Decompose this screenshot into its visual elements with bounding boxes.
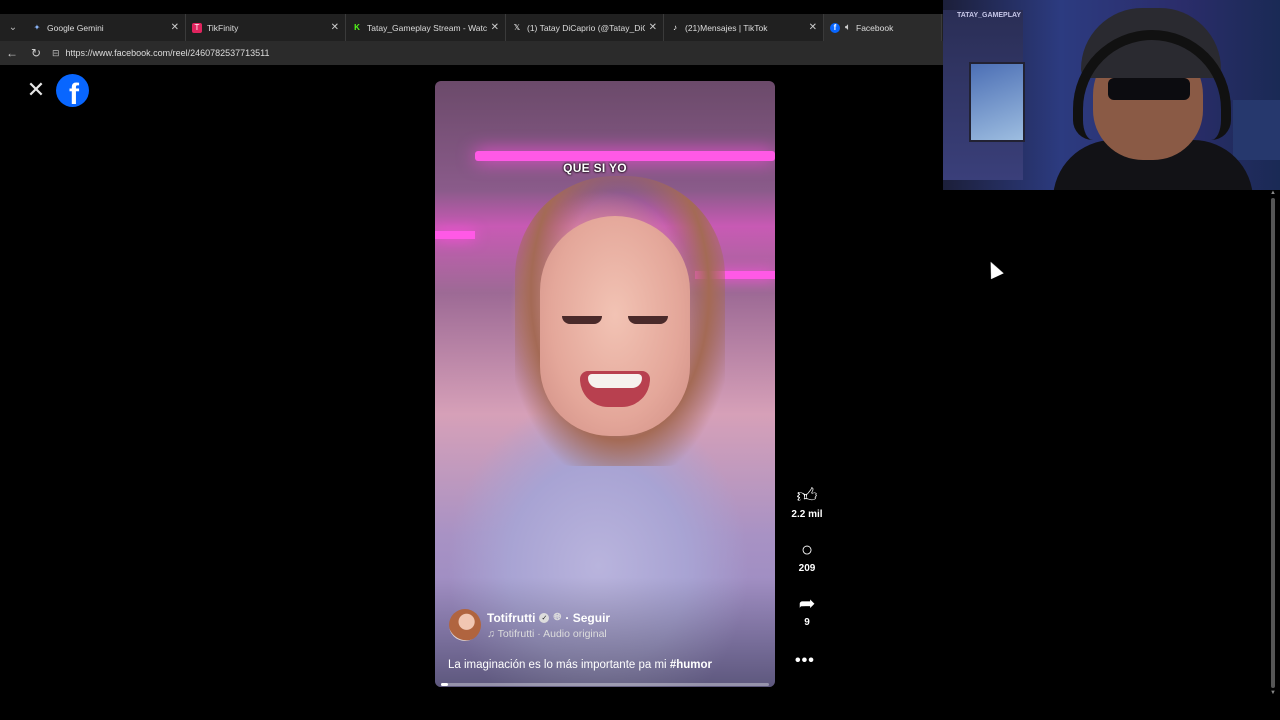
tab-title: Facebook — [856, 22, 894, 33]
tab-title: Tatay_Gameplay Stream - Watch Li — [367, 22, 487, 33]
webcam-neon-sign: TATAY_GAMEPLAY — [957, 12, 1022, 19]
scroll-thumb[interactable] — [1271, 198, 1275, 688]
facebook-icon: f — [830, 22, 840, 33]
tikfinity-icon: T — [192, 22, 202, 33]
neon-shelf — [475, 151, 775, 161]
globe-icon: 🌐︎ — [553, 612, 562, 623]
close-tab-icon[interactable]: ✕ — [331, 22, 339, 33]
video-subject-face — [540, 216, 690, 436]
avatar[interactable] — [449, 609, 481, 641]
like-count: 2.2 mil — [791, 509, 823, 520]
video-subject-eye — [562, 316, 602, 324]
webcam-sunglasses — [1108, 78, 1190, 100]
tab-google-gemini[interactable]: ✦ Google Gemini ✕ — [26, 14, 186, 41]
follow-button[interactable]: · Seguir — [565, 611, 610, 625]
tab-kick-stream[interactable]: K Tatay_Gameplay Stream - Watch Li ✕ — [346, 14, 506, 41]
webcam-poster — [969, 62, 1025, 142]
x-icon: 𝕏 — [513, 23, 521, 32]
share-count: 9 — [804, 617, 810, 628]
facebook-logo[interactable]: f — [56, 74, 89, 107]
tab-x-profile[interactable]: 𝕏 (1) Tatay DiCaprio (@Tatay_DiCapr ✕ — [506, 14, 664, 41]
video-caption: QUE SI YO — [563, 161, 627, 175]
progress-fill — [441, 683, 448, 686]
browser-window: ⌄ ✦ Google Gemini ✕ T TikFinity ✕ K Tata… — [0, 0, 1280, 720]
video-subject-mouth — [580, 371, 650, 407]
author-row: Totifrutti ✓ 🌐︎ · Seguir ♫ Totifrutti · … — [449, 609, 610, 641]
address-bar: ← ↻ ⊟ https://www.facebook.com/reel/2460… — [0, 41, 943, 65]
audio-label: Totifrutti · Audio original — [497, 627, 607, 640]
back-icon[interactable]: ← — [0, 41, 24, 65]
webcam-overlay: TATAY_GAMEPLAY — [943, 0, 1280, 190]
video-subject-eye — [628, 316, 668, 324]
gemini-icon: ✦ — [33, 23, 41, 32]
more-options-icon[interactable]: ••• — [795, 652, 815, 670]
tab-title: (21)Mensajes | TikTok — [685, 22, 768, 33]
scroll-up-icon[interactable]: ▲ — [1270, 190, 1276, 196]
scrollbar[interactable]: ▲ ▼ — [1270, 190, 1276, 696]
share-button[interactable]: ➦ 9 — [785, 593, 829, 628]
tab-title: (1) Tatay DiCaprio (@Tatay_DiCapr — [527, 22, 645, 33]
comment-button[interactable]: ○ 209 — [785, 539, 829, 574]
tiktok-icon: ♪ — [673, 23, 677, 32]
progress-bar[interactable] — [441, 683, 769, 686]
share-icon: ➦ — [798, 593, 816, 615]
close-tab-icon[interactable]: ✕ — [649, 22, 657, 33]
close-tab-icon[interactable]: ✕ — [491, 22, 499, 33]
url-field[interactable]: ⊟ https://www.facebook.com/reel/24607825… — [52, 48, 270, 59]
close-icon[interactable]: ✕ — [25, 79, 47, 101]
like-button[interactable]: 👍︎ 2.2 mil — [785, 485, 829, 520]
close-tab-icon[interactable]: ✕ — [809, 22, 817, 33]
reel-video[interactable]: QUE SI YO Totifrutti ✓ 🌐︎ · Seguir ♫ Tot… — [435, 81, 775, 687]
webcam-monitor — [1233, 100, 1280, 160]
thumbs-up-icon: 👍︎ — [796, 485, 818, 507]
speaker-icon[interactable]: 🔈︎ — [845, 22, 851, 33]
kick-icon: K — [354, 23, 360, 32]
author-name[interactable]: Totifrutti — [487, 611, 535, 625]
mouse-cursor-icon — [984, 258, 1004, 280]
tab-title: TikFinity — [207, 22, 239, 33]
audio-info[interactable]: ♫ Totifrutti · Audio original — [487, 628, 610, 640]
verified-icon: ✓ — [539, 612, 550, 623]
comment-count: 209 — [798, 563, 816, 574]
music-note-icon: ♫ — [487, 627, 498, 640]
neon-shelf — [435, 231, 475, 239]
reel-description: La imaginación es lo más importante pa m… — [448, 659, 712, 671]
comment-icon: ○ — [800, 539, 814, 561]
scroll-down-icon[interactable]: ▼ — [1270, 690, 1276, 696]
tab-facebook[interactable]: f 🔈︎ Facebook — [824, 14, 942, 41]
url-text: https://www.facebook.com/reel/2460782537… — [65, 48, 270, 58]
hashtag-link[interactable]: #humor — [670, 659, 712, 671]
tab-tiktok-messages[interactable]: ♪ (21)Mensajes | TikTok ✕ — [664, 14, 824, 41]
reload-icon[interactable]: ↻ — [24, 41, 48, 65]
description-text: La imaginación es lo más importante pa m… — [448, 659, 670, 671]
site-info-icon[interactable]: ⊟ — [52, 48, 60, 59]
close-tab-icon[interactable]: ✕ — [171, 22, 179, 33]
tab-tikfinity[interactable]: T TikFinity ✕ — [186, 14, 346, 41]
tab-title: Google Gemini — [47, 22, 104, 33]
tab-search-icon[interactable]: ⌄ — [0, 14, 26, 41]
